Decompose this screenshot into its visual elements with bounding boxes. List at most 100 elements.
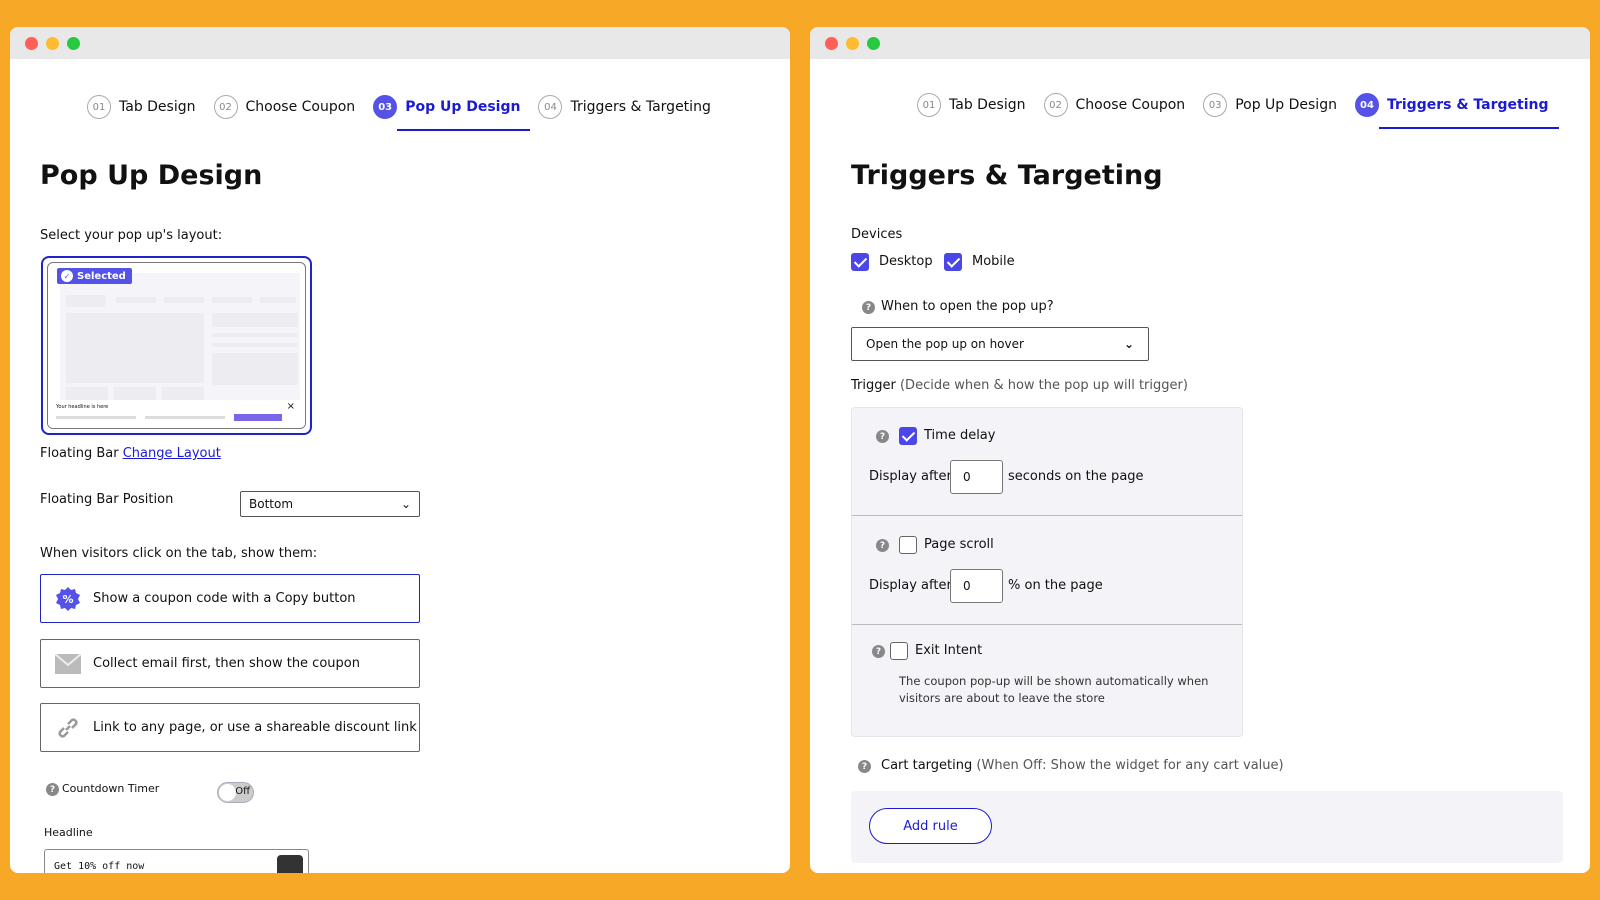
input-value: 0 — [963, 470, 971, 484]
floating-bar-preview: Your headline is here × — [48, 400, 305, 428]
tab-tab-design[interactable]: 01 Tab Design — [917, 93, 1026, 119]
tab-pop-up-design[interactable]: 03 Pop Up Design — [373, 95, 531, 131]
step-tabs: 01 Tab Design 02 Choose Coupon 03 Pop Up De… — [917, 93, 1559, 129]
step-number: 04 — [1354, 93, 1379, 117]
trigger-label-row: Trigger (Decide when & how the pop up wi… — [851, 378, 1188, 393]
headline-input[interactable]: Get 10% off now — [44, 849, 309, 873]
exit-intent-desc-2: visitors are about to leave the store — [899, 691, 1105, 705]
seconds-suffix: seconds on the page — [1008, 469, 1144, 484]
option-link[interactable]: Link to any page, or use a shareable dis… — [40, 703, 420, 752]
selected-badge: ✓ Selected — [57, 268, 132, 284]
tab-label: Triggers & Targeting — [1386, 97, 1549, 113]
page-title: Triggers & Targeting — [851, 160, 1163, 191]
tab-label: Pop Up Design — [1235, 97, 1337, 113]
page-scroll-checkbox[interactable] — [899, 536, 917, 554]
svg-text:%: % — [62, 593, 73, 606]
option-label: Collect email first, then show the coupo… — [93, 656, 360, 671]
chevron-down-icon: ⌄ — [400, 497, 411, 511]
devices-label: Devices — [851, 227, 903, 242]
display-after-label: Display after — [869, 469, 952, 484]
position-select[interactable]: Bottom ⌄ — [240, 491, 420, 517]
tab-label: Triggers & Targeting — [570, 99, 711, 115]
close-dot[interactable] — [825, 37, 838, 50]
trigger-hint: (Decide when & how the pop up will trigg… — [899, 378, 1188, 393]
headline-value: Get 10% off now — [54, 861, 145, 872]
when-select[interactable]: Open the pop up on hover ⌄ — [851, 327, 1149, 361]
headline-label: Headline — [44, 826, 93, 839]
coupon-badge-icon: % — [55, 586, 81, 612]
envelope-icon — [55, 651, 81, 677]
when-value: Open the pop up on hover — [866, 337, 1024, 351]
add-rule-button[interactable]: Add rule — [869, 808, 992, 844]
step-number: 01 — [917, 93, 941, 117]
maximize-dot[interactable] — [867, 37, 880, 50]
exit-intent-desc-1: The coupon pop-up will be shown automati… — [899, 674, 1209, 688]
desktop-label: Desktop — [879, 254, 933, 269]
help-icon[interactable]: ? — [876, 539, 889, 552]
position-label: Floating Bar Position — [40, 492, 174, 507]
layout-preview: ✓ Selected Your headline is here × — [47, 262, 306, 429]
change-layout-link[interactable]: Change Layout — [123, 446, 221, 461]
color-swatch[interactable] — [277, 855, 303, 873]
step-number: 03 — [373, 95, 398, 119]
mobile-checkbox[interactable] — [944, 253, 962, 271]
tab-label: Tab Design — [949, 97, 1026, 113]
left-window: 01 Tab Design 02 Choose Coupon 03 Pop Up De… — [10, 27, 790, 873]
help-icon[interactable]: ? — [876, 430, 889, 443]
tab-choose-coupon[interactable]: 02 Choose Coupon — [213, 95, 356, 121]
check-icon: ✓ — [61, 270, 73, 282]
cart-label: Cart targeting — [881, 758, 973, 773]
chevron-down-icon: ⌄ — [1123, 337, 1134, 351]
tab-triggers-targeting[interactable]: 04 Triggers & Targeting — [538, 95, 711, 121]
maximize-dot[interactable] — [67, 37, 80, 50]
time-delay-input[interactable]: 0 — [950, 460, 1003, 494]
time-delay-label: Time delay — [924, 428, 996, 443]
help-icon[interactable]: ? — [872, 645, 885, 658]
minimize-dot[interactable] — [846, 37, 859, 50]
step-tabs: 01 Tab Design 02 Choose Coupon 03 Pop Up De… — [87, 95, 711, 131]
layout-label: Select your pop up's layout: — [40, 228, 223, 243]
page-scroll-input[interactable]: 0 — [950, 569, 1003, 603]
desktop-checkbox[interactable] — [851, 253, 869, 271]
right-window: 01 Tab Design 02 Choose Coupon 03 Pop Up De… — [810, 27, 1590, 873]
countdown-toggle[interactable]: Off — [217, 782, 254, 803]
position-value: Bottom — [249, 497, 294, 511]
mobile-label: Mobile — [972, 254, 1015, 269]
layout-card[interactable]: ✓ Selected Your headline is here × — [41, 256, 312, 435]
help-icon[interactable]: ? — [862, 301, 875, 314]
countdown-label: Countdown Timer — [62, 782, 160, 795]
layout-name-row: Floating Bar Change Layout — [40, 446, 221, 461]
cart-hint: (When Off: Show the widget for any cart … — [976, 758, 1284, 773]
step-number: 04 — [538, 95, 563, 119]
option-label: Link to any page, or use a shareable dis… — [93, 720, 417, 735]
trigger-label: Trigger — [851, 378, 896, 393]
toggle-state: Off — [235, 786, 250, 797]
minimize-dot[interactable] — [46, 37, 59, 50]
time-delay-checkbox[interactable] — [899, 427, 917, 445]
option-coupon-copy[interactable]: % Show a coupon code with a Copy button — [40, 574, 420, 623]
help-icon[interactable]: ? — [858, 760, 871, 773]
link-icon — [55, 715, 81, 741]
step-number: 03 — [1203, 93, 1228, 117]
title-bar — [810, 27, 1590, 59]
tab-label: Choose Coupon — [245, 99, 356, 115]
step-number: 01 — [87, 95, 111, 119]
tab-label: Tab Design — [119, 99, 196, 115]
help-icon[interactable]: ? — [46, 783, 59, 796]
tab-choose-coupon[interactable]: 02 Choose Coupon — [1043, 93, 1185, 119]
tab-triggers-targeting[interactable]: 04 Triggers & Targeting — [1354, 93, 1559, 129]
tab-pop-up-design[interactable]: 03 Pop Up Design — [1203, 93, 1337, 119]
trigger-panel: ? Time delay Display after 0 seconds on … — [851, 407, 1243, 737]
display-after-label: Display after — [869, 578, 952, 593]
close-dot[interactable] — [25, 37, 38, 50]
cart-panel: Add rule — [851, 791, 1563, 863]
tab-label: Pop Up Design — [405, 99, 521, 115]
tab-tab-design[interactable]: 01 Tab Design — [87, 95, 196, 121]
input-value: 0 — [963, 579, 971, 593]
close-icon: × — [286, 401, 295, 412]
option-collect-email[interactable]: Collect email first, then show the coupo… — [40, 639, 420, 688]
title-bar — [10, 27, 790, 59]
layout-name: Floating Bar — [40, 446, 119, 461]
step-number: 02 — [1043, 93, 1068, 117]
exit-intent-checkbox[interactable] — [890, 642, 908, 660]
